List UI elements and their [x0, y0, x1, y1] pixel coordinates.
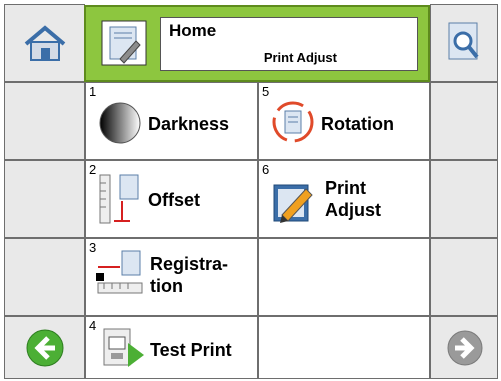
left-side-cell-1	[4, 82, 85, 160]
menu-number: 5	[262, 84, 270, 99]
search-button[interactable]	[430, 4, 498, 82]
empty-grid-cell-2	[258, 316, 430, 379]
menu-number: 1	[89, 84, 97, 99]
offset-icon	[99, 174, 139, 224]
menu-label-line-1: Registra-	[150, 254, 229, 274]
left-side-cell-2	[4, 160, 85, 238]
menu-label: Offset	[148, 190, 201, 210]
test-print-menu-item[interactable]: 4 Test Print	[85, 316, 258, 379]
back-button[interactable]	[4, 316, 85, 379]
menu-label-line-1: Print	[325, 178, 367, 198]
menu-number: 4	[89, 318, 97, 333]
print-adjust-screen: Home Print Adjust 1 Darkness 5 Rotation …	[0, 0, 501, 381]
page-title: Home	[169, 21, 217, 40]
menu-label-line-2: Adjust	[325, 200, 381, 220]
darkness-icon	[99, 102, 141, 144]
empty-grid-cell-1	[258, 238, 430, 316]
offset-menu-item[interactable]: 2 Offset	[85, 160, 258, 238]
right-side-cell-3	[430, 238, 498, 316]
home-button[interactable]	[4, 4, 85, 82]
title-box: Home Print Adjust	[160, 17, 418, 71]
right-side-cell-2	[430, 160, 498, 238]
menu-label: Darkness	[148, 114, 230, 134]
darkness-menu-item[interactable]: 1 Darkness	[85, 82, 258, 160]
right-side-cell-1	[430, 82, 498, 160]
search-document-icon	[448, 22, 479, 60]
forward-arrow-icon	[447, 330, 483, 366]
menu-label-line-2: tion	[150, 276, 183, 296]
rotation-icon	[272, 101, 314, 143]
page-subtitle: Print Adjust	[263, 50, 337, 65]
registration-icon	[96, 250, 143, 294]
forward-button[interactable]	[430, 316, 498, 379]
home-icon	[24, 25, 66, 61]
rotation-menu-item[interactable]: 5 Rotation	[258, 82, 430, 160]
print-adjust-menu-item[interactable]: 6 Print Adjust	[258, 160, 430, 238]
settings-document-icon	[101, 20, 147, 66]
back-arrow-icon	[26, 329, 64, 367]
menu-number: 6	[262, 162, 270, 177]
menu-label: Test Print	[150, 340, 232, 360]
print-adjust-icon	[273, 184, 313, 223]
test-print-icon	[103, 328, 144, 367]
registration-menu-item[interactable]: 3 Registra- tion	[85, 238, 258, 316]
header-bar: Home Print Adjust	[84, 5, 430, 82]
left-side-cell-3	[4, 238, 85, 316]
menu-label: Rotation	[321, 114, 394, 134]
